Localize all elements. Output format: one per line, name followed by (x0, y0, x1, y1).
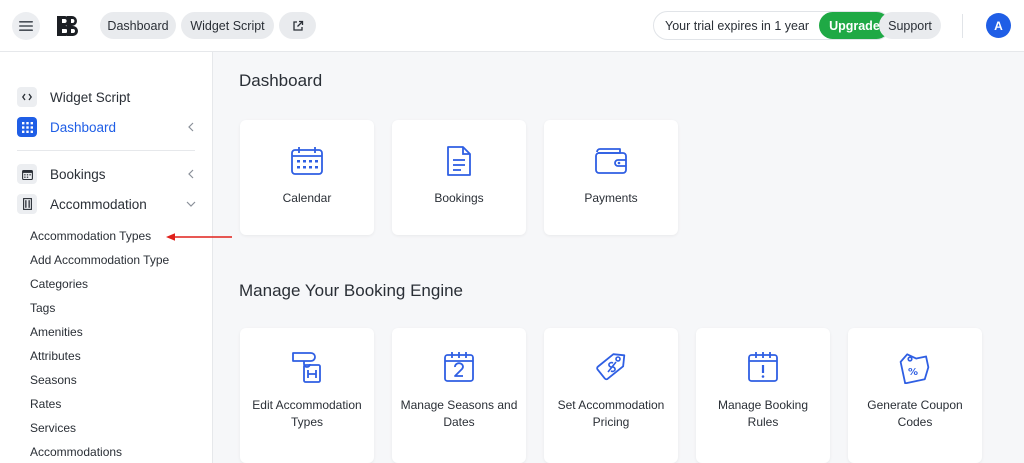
card-label: Set Accommodation Pricing (557, 398, 665, 429)
header-divider (962, 14, 963, 38)
calendar-icon (290, 144, 324, 178)
submenu-tags[interactable]: Tags (30, 301, 55, 315)
submenu-services[interactable]: Services (30, 421, 76, 435)
card-label: Generate Coupon Codes (867, 398, 963, 429)
svg-text:%: % (908, 367, 918, 378)
support-button[interactable]: Support (879, 12, 941, 39)
trial-text: Your trial expires in 1 year (665, 18, 810, 33)
sidebar-item-label: Widget Script (50, 89, 131, 105)
card-label: Payments (584, 191, 638, 205)
card-label: Manage Seasons and Dates (400, 398, 518, 429)
avatar[interactable]: A (986, 13, 1011, 38)
building-icon-wrap (17, 194, 37, 214)
coupon-icon: % (898, 350, 932, 384)
submenu-accommodations[interactable]: Accommodations (30, 445, 122, 459)
menu-button[interactable] (12, 12, 40, 40)
hamburger-icon (19, 21, 33, 31)
sidebar-item-dashboard[interactable]: Dashboard (17, 116, 197, 138)
external-link-button[interactable] (279, 12, 316, 39)
nav-dashboard-button[interactable]: Dashboard (100, 12, 176, 39)
page-title: Dashboard (239, 71, 323, 90)
bookings-card[interactable]: Bookings (392, 120, 526, 235)
chevron-down-icon (185, 198, 197, 210)
edit-accommodation-types-card[interactable]: Edit Accommodation Types (240, 328, 374, 463)
document-icon (442, 144, 476, 178)
price-tag-icon (594, 350, 628, 384)
nav-widget-script-button[interactable]: Widget Script (181, 12, 274, 39)
annotation-arrow (166, 233, 232, 241)
manage-booking-rules-card[interactable]: Manage Booking Rules (696, 328, 830, 463)
submenu-rates[interactable]: Rates (30, 397, 61, 411)
wallet-icon (594, 144, 628, 178)
card-label: Manage Booking Rules (717, 398, 809, 429)
chevron-left-icon (185, 168, 197, 180)
submenu-attributes[interactable]: Attributes (30, 349, 81, 363)
manage-seasons-card[interactable]: Manage Seasons and Dates (392, 328, 526, 463)
submenu-accommodation-types[interactable]: Accommodation Types (30, 229, 151, 243)
calendar-icon-wrap (17, 164, 37, 184)
card-label: Calendar (282, 191, 332, 205)
chevron-left-icon (185, 121, 197, 133)
trial-banner: Your trial expires in 1 year Upgrade (653, 11, 891, 40)
app-logo[interactable] (56, 13, 78, 39)
card-label: Bookings (434, 191, 484, 205)
calendar-date-icon (442, 350, 476, 384)
manage-section-title: Manage Your Booking Engine (239, 281, 464, 300)
sidebar-item-label: Accommodation (50, 196, 147, 212)
top-bar: Dashboard Widget Script Your trial expir… (0, 0, 1024, 52)
payments-card[interactable]: Payments (544, 120, 678, 235)
sidebar-divider (17, 150, 195, 151)
grid-icon (21, 121, 33, 133)
calendar-alert-icon (746, 350, 780, 384)
calendar-card[interactable]: Calendar (240, 120, 374, 235)
hotel-sign-icon (290, 350, 324, 384)
sidebar-item-widget-script[interactable]: Widget Script (17, 86, 197, 108)
sidebar-item-label: Dashboard (50, 119, 117, 135)
sidebar-item-label: Bookings (50, 166, 106, 182)
submenu-add-accommodation-type[interactable]: Add Accommodation Type (30, 253, 169, 267)
card-label: Edit Accommodation Types (252, 398, 362, 429)
grid-icon-wrap (17, 117, 37, 137)
code-icon (22, 93, 32, 101)
submenu-seasons[interactable]: Seasons (30, 373, 77, 387)
calendar-icon (21, 169, 33, 180)
sidebar-item-accommodation[interactable]: Accommodation (17, 193, 197, 215)
code-icon-wrap (17, 87, 37, 107)
external-link-icon (292, 20, 303, 31)
sidebar-item-bookings[interactable]: Bookings (17, 163, 197, 185)
generate-coupon-codes-card[interactable]: % Generate Coupon Codes (848, 328, 982, 463)
building-icon (22, 198, 32, 210)
set-pricing-card[interactable]: Set Accommodation Pricing (544, 328, 678, 463)
bb-logo (57, 16, 78, 36)
submenu-amenities[interactable]: Amenities (30, 325, 83, 339)
submenu-categories[interactable]: Categories (30, 277, 88, 291)
sidebar: Widget Script Dashboard Bookings Accommo… (0, 52, 213, 463)
